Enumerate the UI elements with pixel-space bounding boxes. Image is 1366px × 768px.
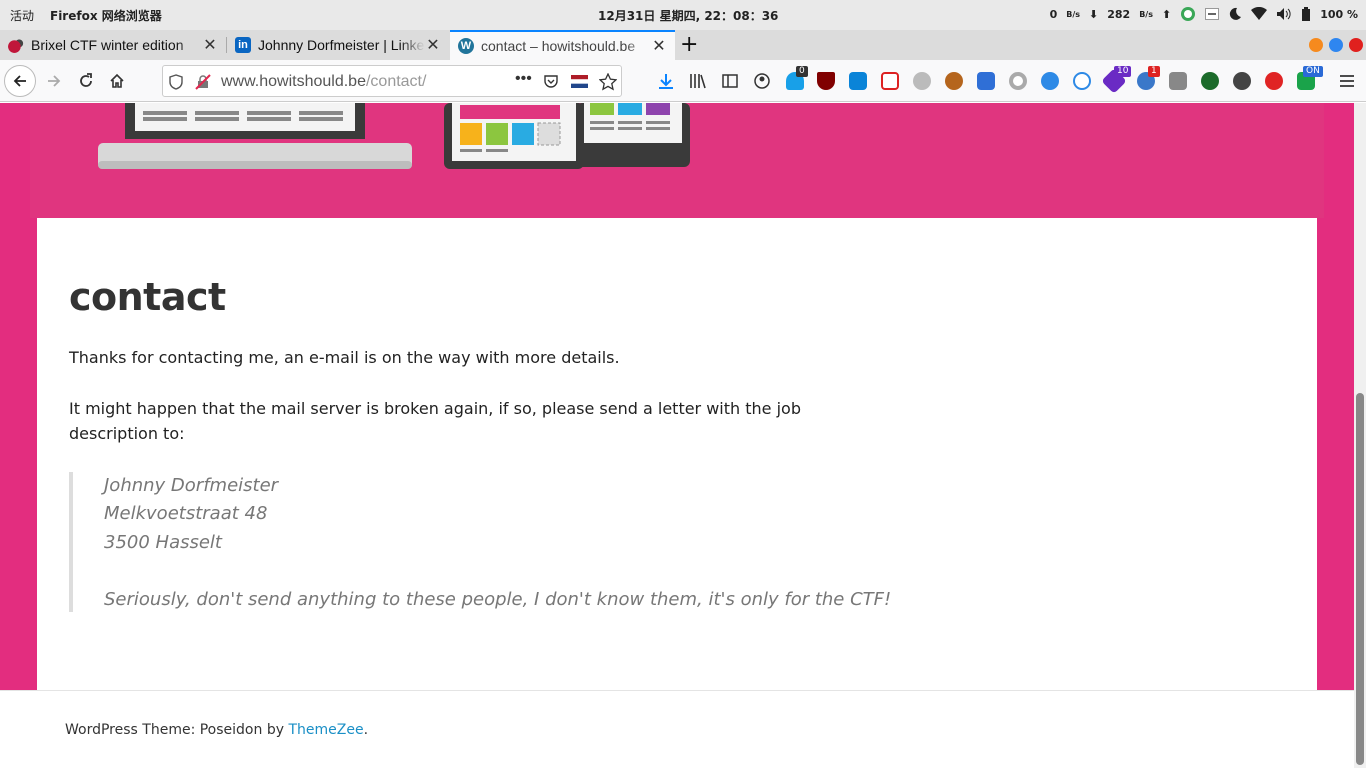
navigation-bar: www.howitshould.be/contact/ ••• 0 10 1 O…: [0, 60, 1366, 102]
url-bar[interactable]: www.howitshould.be/contact/ •••: [162, 65, 622, 97]
close-tab-icon[interactable]: ✕: [202, 35, 218, 55]
brixel-icon: [8, 37, 24, 53]
close-tab-icon[interactable]: ✕: [425, 35, 441, 55]
upload-arrow-icon: ⬆: [1161, 7, 1172, 21]
cookie-icon[interactable]: [945, 72, 963, 90]
bookmark-star-icon[interactable]: [599, 73, 617, 91]
insecure-lock-icon[interactable]: [195, 74, 211, 90]
volume-icon[interactable]: [1276, 7, 1292, 21]
themezee-link[interactable]: ThemeZee: [288, 722, 363, 738]
tracking-shield-icon[interactable]: [169, 74, 183, 90]
url-host: www.howitshould.be: [221, 73, 366, 90]
puzzle-icon[interactable]: [913, 72, 931, 90]
home-icon: [110, 73, 124, 88]
activities-button[interactable]: 活动: [10, 7, 34, 24]
site-footer: WordPress Theme: Poseidon by ThemeZee.: [0, 690, 1354, 768]
tab-strip: Brixel CTF winter edition ✕ in Johnny Do…: [0, 30, 1366, 60]
sitecheck-icon[interactable]: [881, 72, 899, 90]
menu-hamburger-icon[interactable]: [1338, 72, 1356, 90]
footer-prefix: WordPress Theme: Poseidon by: [65, 722, 289, 738]
tab-title: contact – howitshould.be: [481, 38, 636, 54]
tab-brixel-ctf[interactable]: Brixel CTF winter edition ✕: [0, 30, 226, 60]
night-mode-icon[interactable]: [1228, 7, 1242, 21]
clock[interactable]: 12月31日 星期四, 22：08：36: [598, 7, 778, 24]
battery-icon[interactable]: [1301, 7, 1311, 21]
footer-suffix: .: [363, 722, 369, 738]
circle-extension-icon[interactable]: [1009, 72, 1027, 90]
address-name: Johnny Dorfmeister: [104, 475, 279, 496]
url-text: www.howitshould.be/contact/: [221, 73, 426, 91]
library-icon[interactable]: [689, 72, 707, 90]
url-path: /contact/: [365, 73, 427, 90]
ublock-origin-icon[interactable]: [817, 72, 835, 90]
net-up-value: 282: [1107, 7, 1131, 21]
maximize-window-button[interactable]: [1329, 38, 1343, 52]
content-card: contact Thanks for contacting me, an e-m…: [37, 218, 1317, 690]
net-up-unit: B/s: [1139, 9, 1153, 19]
record-icon[interactable]: [1265, 72, 1283, 90]
skype-icon[interactable]: [849, 72, 867, 90]
tab-title: Johnny Dorfmeister | LinkedIn: [258, 37, 425, 53]
net-down-value: 0: [1049, 7, 1058, 21]
page-actions-icon[interactable]: •••: [515, 70, 532, 88]
footer-credit: WordPress Theme: Poseidon by ThemeZee.: [65, 722, 368, 738]
wifi-icon[interactable]: [1251, 7, 1268, 21]
downloads-icon[interactable]: [657, 72, 675, 90]
devices-illustration: [98, 103, 690, 169]
container-icon[interactable]: [1169, 72, 1187, 90]
translate-icon[interactable]: [977, 72, 995, 90]
pocket-icon[interactable]: [543, 74, 559, 90]
download-arrow-icon: ⬇: [1089, 7, 1099, 21]
reload-icon: [80, 73, 92, 87]
location-pin-icon[interactable]: [1073, 72, 1091, 90]
reload-button[interactable]: [70, 65, 102, 97]
minimize-indicator-icon[interactable]: [1205, 8, 1220, 20]
mask-icon[interactable]: [1233, 72, 1251, 90]
screenshot-badge: 10: [1114, 66, 1132, 77]
notification-badge: 1: [1148, 66, 1160, 77]
battery-level: 100 %: [1320, 7, 1358, 21]
forward-button[interactable]: [38, 65, 70, 97]
back-arrow-icon: [13, 75, 26, 87]
mail-server-text: It might happen that the mail server is …: [69, 399, 801, 443]
web-page: contact Thanks for contacting me, an e-m…: [0, 103, 1366, 768]
bug-icon[interactable]: [1041, 72, 1059, 90]
home-button[interactable]: [101, 65, 133, 97]
address-city: 3500 Hasselt: [104, 532, 222, 553]
sidebar-icon[interactable]: [721, 72, 739, 90]
address-blockquote: Johnny Dorfmeister Melkvoetstraat 48 350…: [69, 472, 891, 612]
vpn-icon[interactable]: [1201, 72, 1219, 90]
close-window-button[interactable]: [1349, 38, 1363, 52]
tab-title: Brixel CTF winter edition: [31, 37, 184, 53]
page-title: contact: [69, 275, 226, 319]
toggle-badge: ON: [1303, 66, 1323, 77]
confirmation-text: Thanks for contacting me, an e-mail is o…: [69, 348, 620, 367]
tab-linkedin[interactable]: in Johnny Dorfmeister | LinkedIn ✕: [227, 30, 449, 60]
wordpress-icon: W: [458, 38, 474, 54]
netherlands-flag-icon[interactable]: [571, 75, 588, 88]
forward-arrow-icon: [48, 75, 61, 87]
system-tray[interactable]: 0 B/s ⬇ 282 B/s ⬆ 100 %: [1050, 6, 1358, 22]
close-tab-icon[interactable]: ✕: [651, 36, 667, 56]
address-street: Melkvoetstraat 48: [104, 503, 268, 524]
account-icon[interactable]: [753, 72, 771, 90]
scrollbar-thumb[interactable]: [1356, 393, 1364, 765]
new-tab-button[interactable]: +: [680, 32, 698, 57]
tab-contact[interactable]: W contact – howitshould.be ✕: [450, 30, 675, 60]
linkedin-icon: in: [235, 37, 251, 53]
ghostery-badge: 0: [796, 66, 808, 77]
back-button[interactable]: [4, 65, 36, 97]
minimize-window-button[interactable]: [1309, 38, 1323, 52]
header-image: [30, 103, 1324, 218]
app-menu[interactable]: Firefox 网络浏览器: [50, 7, 162, 24]
disclaimer-text: Seriously, don't send anything to these …: [104, 589, 892, 610]
app-indicator-icon[interactable]: [1180, 6, 1196, 22]
page-scrollbar[interactable]: [1354, 103, 1366, 768]
system-top-bar: 活动 Firefox 网络浏览器 12月31日 星期四, 22：08：36 0B…: [0, 0, 1366, 30]
net-down-unit: B/s: [1066, 9, 1080, 19]
